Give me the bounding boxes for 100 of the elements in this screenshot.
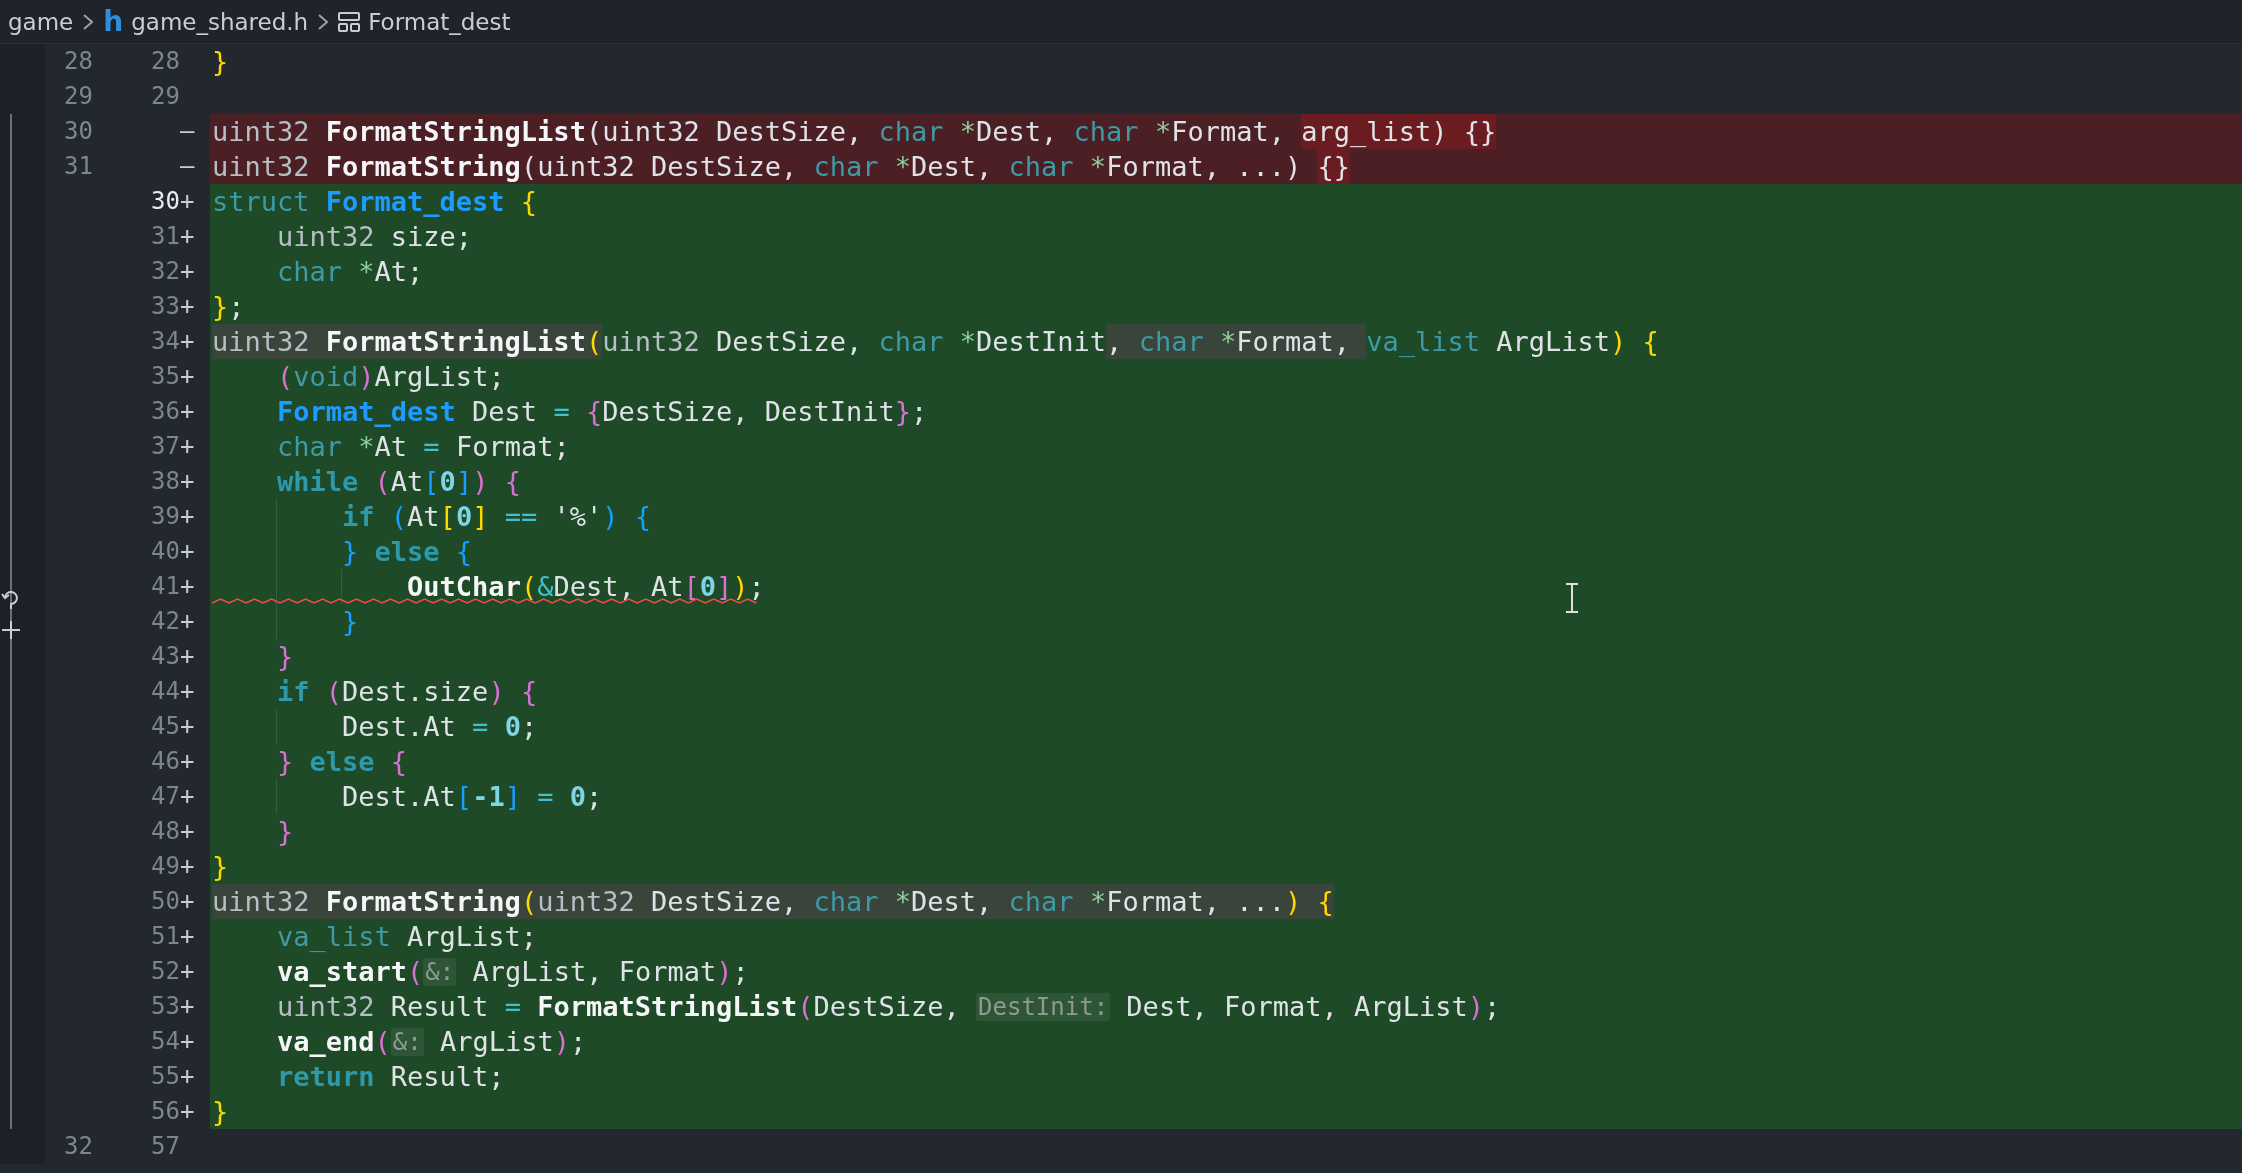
code-token: else [373, 536, 440, 567]
code-token: ( [373, 466, 391, 497]
code-token: char [277, 256, 344, 287]
code-token: At [407, 501, 440, 532]
code-token: * [1154, 116, 1172, 147]
code-token: uint32 [212, 116, 311, 147]
code-token: Format, [1171, 116, 1286, 147]
code-token: ( [277, 361, 294, 392]
code-token: ( [324, 676, 343, 707]
revert-icon[interactable] [1, 589, 21, 611]
code-token: ) [358, 361, 375, 392]
code-token: uint32 [602, 326, 700, 357]
code-token: Format, ...) [1106, 151, 1303, 182]
code-token: void [293, 361, 359, 392]
line-number: 40 [150, 536, 180, 567]
code-token: ] [472, 501, 489, 532]
code-token: char [277, 431, 344, 462]
code-token: if [342, 501, 375, 532]
code-token: Format, ... [1106, 886, 1285, 917]
code-token: 0 [569, 781, 586, 812]
line-number: 44 [150, 676, 180, 707]
code-token: DestSize, [649, 886, 799, 917]
code-token: ArgList; [374, 361, 505, 392]
code-token: ; [911, 396, 928, 427]
diff-sign: + [180, 992, 195, 1020]
code-token: uint32 [212, 886, 311, 917]
code-token: } [212, 851, 229, 882]
code-token: DestSize, [714, 326, 864, 357]
code-token: [ [423, 466, 440, 497]
code-token: ; [748, 571, 765, 602]
code-token: -1 [472, 781, 505, 812]
code-token: ] [455, 466, 473, 497]
line-number: 53 [150, 991, 180, 1022]
line-number: 42 [150, 606, 180, 637]
code-token: Dest, [911, 151, 994, 182]
code-token: Dest, At [553, 571, 684, 602]
code-token: = [423, 431, 440, 462]
code-token: ) [1610, 326, 1627, 357]
code-token: ArgList; [406, 921, 538, 952]
breadcrumb-item[interactable]: game [8, 8, 74, 35]
code-token: } [277, 746, 294, 777]
chevron-icon [316, 11, 331, 32]
code-token: = [504, 991, 522, 1022]
code-token: '%' [552, 501, 603, 532]
code-token: while [277, 466, 359, 497]
code-token: ] [716, 571, 733, 602]
diff-sign: + [180, 187, 195, 215]
code-token: uint32 [277, 991, 375, 1022]
code-token: 0 [699, 571, 716, 602]
diff-sign: — [180, 152, 195, 180]
plus-icon[interactable] [1, 619, 21, 641]
code-token: uint32 [277, 221, 375, 252]
code-token: FormatStringList [325, 326, 586, 357]
line-number: 30 [63, 116, 93, 147]
code-token: { [585, 396, 603, 427]
code-token: va_list [1366, 326, 1480, 357]
line-number: 28 [63, 46, 93, 77]
code-token: (uint32 DestSize, [585, 116, 864, 147]
code-token: ; [570, 1026, 587, 1057]
code-token: ) [1467, 991, 1484, 1022]
line-number: 28 [150, 46, 180, 77]
code-token: ( [797, 991, 814, 1022]
code-token: Format_dest [325, 186, 505, 217]
code-token: char [878, 326, 945, 357]
code-token: [ [439, 501, 456, 532]
code-token: * [894, 886, 912, 917]
code-token: & [537, 571, 554, 602]
line-number: 46 [150, 746, 180, 777]
breadcrumb-item[interactable]: Format_dest [368, 8, 511, 35]
diff-sign: + [180, 1062, 195, 1090]
code-token: DestSize, DestInit [602, 396, 895, 427]
code-token: * [1089, 886, 1107, 917]
code-token: * [1089, 151, 1107, 182]
diff-sign: + [180, 537, 195, 565]
code-token: * [358, 431, 375, 462]
code-token: Dest.size [342, 676, 489, 707]
code-token: char [1073, 116, 1140, 147]
diff-sign: + [180, 922, 195, 950]
code-token: { [519, 676, 538, 707]
diff-sign: + [180, 677, 195, 705]
code-token: Format_dest [277, 396, 456, 427]
code-token: ) [488, 676, 505, 707]
diff-sign: + [180, 502, 195, 530]
inlay-hint: &: [390, 1027, 424, 1056]
diff-sign: + [180, 327, 195, 355]
code-token: * [894, 151, 912, 182]
diff-sign: + [180, 397, 195, 425]
code-token: { [633, 501, 651, 532]
code-token: 0 [504, 711, 521, 742]
diff-sign: + [180, 432, 195, 460]
code-token: uint32 [537, 886, 635, 917]
code-token: char [813, 886, 880, 917]
code-token: ArgList [439, 1026, 554, 1057]
diff-sign: + [180, 957, 195, 985]
diff-sign: + [180, 852, 195, 880]
breadcrumb-item[interactable]: game_shared.h [131, 8, 309, 35]
line-number: 51 [150, 921, 180, 952]
inlay-hint: &: [423, 957, 457, 986]
code-token: = [472, 711, 490, 742]
code-token: FormatStringList [325, 116, 586, 147]
